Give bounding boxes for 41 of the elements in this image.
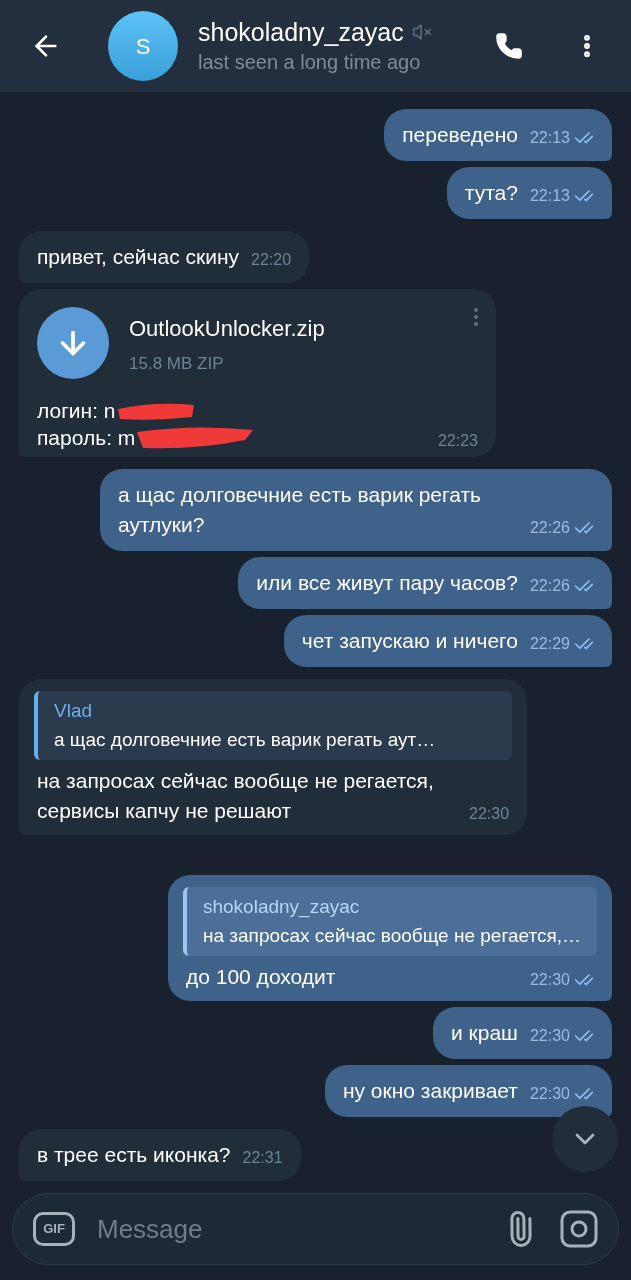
message-time: 22:30 — [529, 970, 570, 990]
message-text: привет, сейчас скину — [37, 244, 240, 270]
message-input[interactable]: GIF Message — [12, 1193, 619, 1265]
quoted-message[interactable]: Vlad а щас долговечние есть варик регать аут… — [34, 691, 513, 760]
message-time: 22:20 — [251, 250, 292, 270]
avatar-letter: S — [135, 32, 151, 61]
last-seen-status: last seen a long time ago — [198, 50, 422, 75]
message-text: в трее есть иконка? — [37, 1142, 231, 1168]
message-text: ну окно закривает — [342, 1078, 518, 1104]
message-text: переведено — [402, 122, 518, 148]
quoted-text: а щас долговечние есть варик регать аут… — [54, 727, 437, 752]
quoted-message[interactable]: shokoladny_zayac на запросах сейчас вообще не регается,… — [183, 887, 597, 956]
message-text: и краш — [451, 1020, 518, 1046]
message-text: тута? — [464, 180, 518, 206]
message-time: 22:13 — [529, 186, 570, 206]
message-time: 22:31 — [242, 1148, 283, 1168]
quoted-author: Vlad — [54, 699, 94, 723]
gif-button[interactable]: GIF — [33, 1212, 75, 1246]
message-text: пароль: m — [37, 425, 136, 451]
message-text: а щас долговечние есть варик регать аутлуки? — [117, 482, 482, 538]
message-text: на запросах сейчас вообще не регается, сервисы капчу не решают — [37, 768, 435, 824]
message-time: 22:26 — [529, 576, 570, 596]
quoted-author: shokoladny_zayac — [203, 895, 361, 920]
message-time: 22:30 — [529, 1026, 570, 1046]
message-time: 22:30 — [529, 1084, 570, 1104]
message-text: логин: n — [37, 398, 116, 424]
message-field[interactable]: Message — [97, 1209, 502, 1249]
message-text: до 100 доходит — [186, 964, 336, 990]
message-time: 22:30 — [469, 804, 510, 824]
file-name: OutlookUnlocker.zip — [129, 315, 325, 343]
message-time: 22:29 — [529, 634, 570, 654]
phone-icon[interactable] — [495, 32, 523, 60]
message-time: 22:23 — [437, 431, 478, 451]
message-text: чет запускаю и ничего — [301, 628, 518, 654]
file-size: 15.8 MB ZIP — [129, 353, 225, 375]
message-time: 22:26 — [529, 518, 570, 538]
message-time: 22:13 — [529, 128, 570, 148]
message-text: или все живут пару часов? — [256, 570, 518, 596]
quoted-text: на запросах сейчас вообще не регается,… — [203, 923, 581, 948]
camera-icon[interactable] — [560, 1210, 598, 1248]
contact-name: shokoladny_zayac — [198, 17, 404, 48]
